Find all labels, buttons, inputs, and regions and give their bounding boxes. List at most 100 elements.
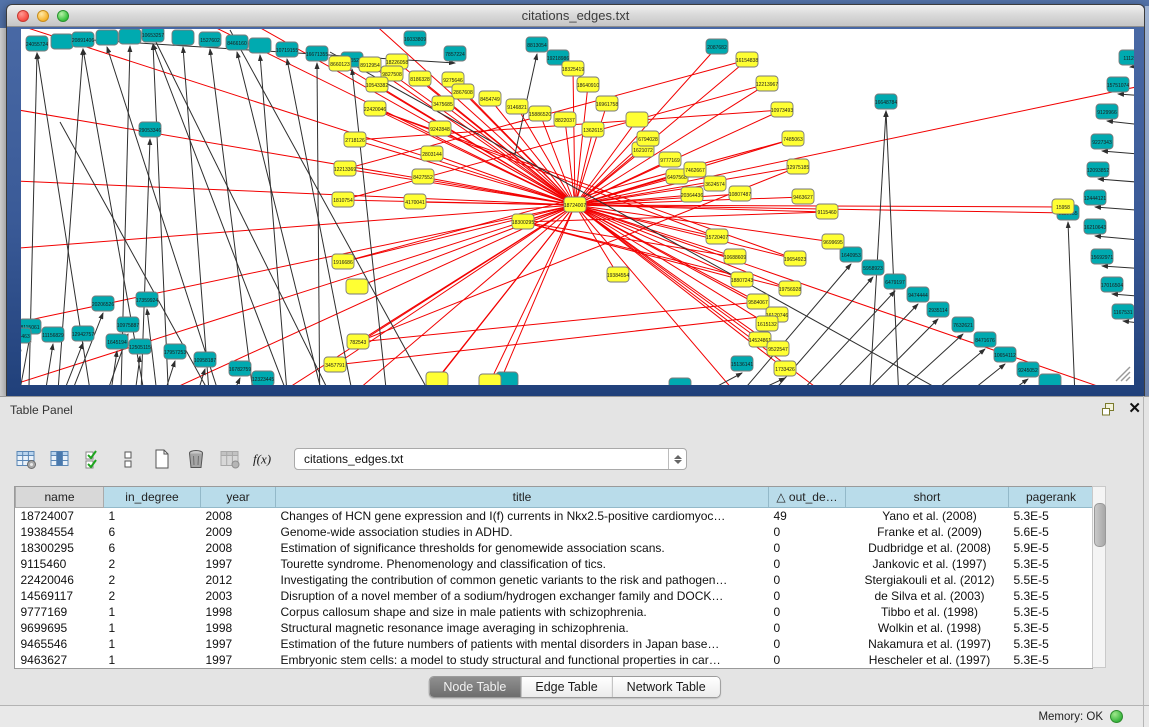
- column-header-name[interactable]: name: [16, 487, 104, 508]
- network-node[interactable]: 18325419: [562, 61, 584, 76]
- network-node[interactable]: 3624574: [704, 176, 726, 191]
- table-row[interactable]: 946362711997Embryonic stem cells: a mode…: [16, 652, 1094, 668]
- network-node[interactable]: [626, 112, 648, 127]
- network-canvas[interactable]: 2405572420891406106532571527602846616010…: [21, 29, 1134, 385]
- network-node[interactable]: 10975887: [117, 317, 139, 332]
- function-icon[interactable]: f(x): [252, 447, 276, 471]
- network-node[interactable]: 1916686: [332, 254, 354, 269]
- network-node[interactable]: 11125: [1119, 50, 1134, 65]
- network-node[interactable]: 9474444: [907, 287, 929, 302]
- network-node[interactable]: 19384554: [607, 267, 629, 282]
- network-node[interactable]: 10688609: [724, 249, 746, 264]
- network-node[interactable]: [479, 374, 501, 385]
- network-node[interactable]: 12213369: [334, 161, 356, 176]
- network-node[interactable]: 9777169: [659, 152, 681, 167]
- select-rows-icon[interactable]: [82, 447, 106, 471]
- column-header-out_de[interactable]: △ out_de…: [769, 487, 846, 508]
- network-node[interactable]: 8466160: [226, 35, 248, 50]
- network-node[interactable]: 4170041: [404, 194, 426, 209]
- network-node[interactable]: 782543: [347, 334, 369, 349]
- table-row[interactable]: 1456911722003Disruption of a novel membe…: [16, 588, 1094, 604]
- table-scrollbar-thumb[interactable]: [1094, 503, 1106, 547]
- network-node[interactable]: 8427552: [412, 169, 434, 184]
- network-node[interactable]: 10958187: [194, 352, 216, 367]
- network-node[interactable]: 6479197: [884, 274, 906, 289]
- network-node[interactable]: 22420046: [364, 101, 386, 116]
- close-panel-icon[interactable]: ✕: [1128, 401, 1141, 417]
- network-node[interactable]: 2803144: [421, 146, 443, 161]
- network-node[interactable]: 20364436: [681, 187, 703, 202]
- network-node[interactable]: 20891406: [72, 32, 94, 47]
- network-node[interactable]: [669, 378, 691, 385]
- table-row[interactable]: 2242004622012Investigating the contribut…: [16, 572, 1094, 588]
- network-node[interactable]: 2087682: [706, 39, 728, 54]
- import-table-disabled-icon[interactable]: [218, 447, 242, 471]
- network-node[interactable]: 1810754: [332, 192, 354, 207]
- network-node[interactable]: 3475685: [432, 96, 454, 111]
- network-node[interactable]: 8822037: [554, 112, 576, 127]
- network-node[interactable]: 20206526: [92, 296, 114, 311]
- table-select-dropdown[interactable]: citations_edges.txt: [294, 448, 687, 470]
- network-node[interactable]: 7462667: [684, 162, 706, 177]
- network-node[interactable]: 12975185: [787, 159, 809, 174]
- float-panel-icon[interactable]: [1102, 403, 1116, 416]
- network-node[interactable]: 3457791: [324, 357, 346, 372]
- network-node[interactable]: 29053346: [139, 122, 161, 137]
- network-node[interactable]: 7632621: [952, 317, 974, 332]
- network-node[interactable]: 12323445: [252, 371, 274, 385]
- network-node[interactable]: 18640910: [577, 77, 599, 92]
- network-node[interactable]: [346, 279, 368, 294]
- network-node[interactable]: 9129966: [1096, 104, 1118, 119]
- network-node[interactable]: [96, 30, 118, 45]
- column-header-year[interactable]: year: [201, 487, 276, 508]
- network-node[interactable]: 7857224: [444, 46, 466, 61]
- network-node[interactable]: 8454749: [479, 91, 501, 106]
- network-node[interactable]: 10654112: [994, 347, 1016, 362]
- table-row[interactable]: 969969511998Structural magnetic resonanc…: [16, 620, 1094, 636]
- network-node[interactable]: [172, 30, 194, 45]
- column-header-title[interactable]: title: [276, 487, 769, 508]
- merge-tables-icon[interactable]: [116, 447, 140, 471]
- network-node[interactable]: 9522547: [767, 341, 789, 356]
- network-node[interactable]: 17957253: [164, 344, 186, 359]
- network-window-titlebar[interactable]: citations_edges.txt: [7, 5, 1144, 27]
- network-node[interactable]: 16648784: [875, 94, 897, 109]
- new-document-icon[interactable]: [150, 447, 174, 471]
- network-node[interactable]: 18807243: [731, 272, 753, 287]
- network-node[interactable]: 9146821: [506, 99, 528, 114]
- network-node[interactable]: [426, 372, 448, 385]
- column-header-pagerank[interactable]: pagerank: [1009, 487, 1094, 508]
- network-node[interactable]: 15886520: [529, 106, 551, 121]
- network-node[interactable]: 2718126: [344, 132, 366, 147]
- network-node[interactable]: 2867608: [452, 84, 474, 99]
- network-node[interactable]: 12444121: [1084, 190, 1106, 205]
- network-node[interactable]: 2935114: [927, 302, 949, 317]
- delete-icon[interactable]: [184, 447, 208, 471]
- network-node[interactable]: 3915463: [21, 328, 31, 343]
- network-node[interactable]: 10807487: [729, 186, 751, 201]
- network-node[interactable]: 16033809: [404, 31, 426, 46]
- network-node[interactable]: 9584067: [747, 294, 769, 309]
- tab-edge-table[interactable]: Edge Table: [520, 677, 611, 697]
- network-node[interactable]: 17359924: [136, 292, 158, 307]
- network-node[interactable]: 8660123: [329, 56, 351, 71]
- tab-network-table[interactable]: Network Table: [612, 677, 720, 697]
- table-column-icon[interactable]: [48, 447, 72, 471]
- network-node[interactable]: 15720407: [706, 229, 728, 244]
- table-scrollbar[interactable]: [1092, 486, 1106, 668]
- network-node[interactable]: 9463627: [792, 189, 814, 204]
- network-node[interactable]: 16961758: [596, 96, 618, 111]
- network-node[interactable]: 10973493: [771, 102, 793, 117]
- network-node[interactable]: 19756928: [779, 281, 801, 296]
- network-node[interactable]: 16210643: [1084, 219, 1106, 234]
- network-node[interactable]: 8186328: [409, 71, 431, 86]
- column-header-in_degree[interactable]: in_degree: [104, 487, 201, 508]
- dropdown-stepper-icon[interactable]: [668, 449, 686, 469]
- network-node[interactable]: 1167531: [1112, 304, 1134, 319]
- network-node[interactable]: 9242848: [429, 121, 451, 136]
- network-node[interactable]: 10543382: [366, 77, 388, 92]
- network-node[interactable]: 10653257: [142, 29, 164, 42]
- network-node[interactable]: [51, 34, 73, 49]
- network-node[interactable]: 18724007: [564, 197, 586, 212]
- network-node[interactable]: 15958: [1052, 199, 1074, 214]
